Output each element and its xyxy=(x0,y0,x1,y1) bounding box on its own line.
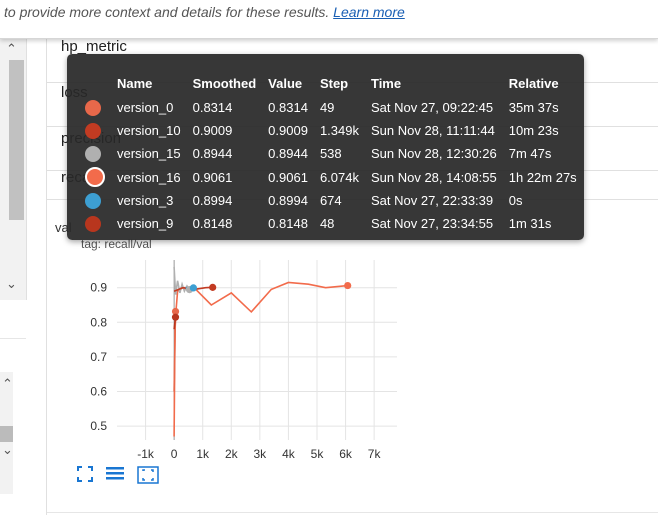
scroll-up-icon[interactable]: ⌃ xyxy=(2,376,13,392)
tooltip-time: Sun Nov 28, 12:30:26 xyxy=(370,146,497,161)
tooltip-row: version_9 0.8148 0.8148 48 Sat Nov 27, 23:34… xyxy=(79,212,583,235)
series-line-version_16 xyxy=(173,281,348,437)
y-tick-label: 0.8 xyxy=(90,315,107,329)
sidebar-scrollbar-lower[interactable]: ⌃ ⌄ xyxy=(0,372,13,494)
tooltip-value: 0.8994 xyxy=(268,193,308,208)
tooltip-row: version_10 0.9009 0.9009 1.349k Sun Nov 28, … xyxy=(79,119,583,142)
tooltip-name: version_16 xyxy=(117,169,181,185)
tooltip-value: 0.9061 xyxy=(268,169,308,185)
fit-domain-icon[interactable] xyxy=(137,466,159,486)
tooltip-step: 49 xyxy=(319,100,335,115)
series-marker-version_9 xyxy=(171,313,180,321)
x-tick-label: 1k xyxy=(196,447,210,461)
tooltip-step: 6.074k xyxy=(319,169,359,185)
scroll-down-icon[interactable]: ⌄ xyxy=(2,442,13,458)
tooltip-step: 674 xyxy=(319,193,342,208)
tooltip-value: 0.9009 xyxy=(268,123,308,138)
x-tick-label: 0 xyxy=(171,447,178,461)
x-tick-label: 6k xyxy=(339,447,353,461)
tooltip-row: version_16 0.9061 0.9061 6.074k Sun Nov 28, … xyxy=(79,165,583,189)
tooltip-relative: 0s xyxy=(508,193,523,208)
line-chart[interactable]: -1k 0 1k 2k 3k 4k 5k 6k 7k 0.5 0.6 0.7 0.8 0.9 xyxy=(47,246,427,464)
tooltip-value: 0.8148 xyxy=(268,216,308,231)
tooltip-time: Sat Nov 27, 23:34:55 xyxy=(370,216,494,231)
tooltip-name: version_0 xyxy=(117,100,174,115)
column-header: Smoothed xyxy=(192,75,257,91)
tooltip-smoothed: 0.9061 xyxy=(192,169,233,185)
column-header: Name xyxy=(117,75,153,91)
x-tick-label: 5k xyxy=(311,447,325,461)
tooltip-smoothed: 0.8994 xyxy=(192,193,233,208)
tooltip-smoothed: 0.8944 xyxy=(192,146,233,161)
column-header: Time xyxy=(370,75,402,91)
scroll-down-icon[interactable]: ⌄ xyxy=(6,276,17,292)
tooltip-time: Sat Nov 27, 09:22:45 xyxy=(370,100,494,115)
run-color-swatch xyxy=(85,122,101,139)
run-color-swatch xyxy=(85,192,101,209)
tooltip-row: version_0 0.8314 0.8314 49 Sat Nov 27, 09:22… xyxy=(79,96,583,119)
y-tick-label: 0.9 xyxy=(90,281,107,295)
chart-card: val tag: recall/val -1k 0 1k 2k 3k 4k 5k 6k 7k 0.… xyxy=(47,200,658,513)
tooltip-smoothed: 0.8314 xyxy=(192,100,233,115)
data-table-icon[interactable] xyxy=(105,466,127,486)
tooltip-smoothed: 0.8148 xyxy=(192,216,233,231)
tooltip-header-row: Name Smoothed Value Step Time Relative xyxy=(79,70,583,96)
tag-group-label: hp_metric xyxy=(61,38,127,55)
x-tick-label: 2k xyxy=(225,447,239,461)
tooltip-relative: 1h 22m 27s xyxy=(508,169,577,185)
tooltip-value: 0.8314 xyxy=(268,100,308,115)
y-tick-label: 0.5 xyxy=(90,419,107,433)
tooltip-time: Sun Nov 28, 14:08:55 xyxy=(370,169,497,185)
notice-bar: to provide more context and details for … xyxy=(0,0,658,39)
scroll-up-icon[interactable]: ⌃ xyxy=(6,41,17,57)
tooltip-name: version_10 xyxy=(117,123,181,138)
learn-more-link[interactable]: Learn more xyxy=(333,4,405,20)
tooltip-step: 48 xyxy=(319,216,335,231)
tooltip-name: version_15 xyxy=(117,146,181,161)
run-color-swatch xyxy=(85,167,105,187)
scroll-thumb[interactable] xyxy=(9,60,24,220)
sidebar-scrollbar[interactable]: ⌃ ⌄ xyxy=(0,38,27,300)
run-color-swatch xyxy=(85,99,101,116)
series-marker-version_16 xyxy=(344,281,352,290)
tooltip-value: 0.8944 xyxy=(268,146,308,161)
y-tick-label: 0.6 xyxy=(90,385,107,399)
run-color-swatch xyxy=(85,145,101,162)
column-header: Value xyxy=(268,75,303,91)
column-header: Step xyxy=(319,75,349,91)
fullscreen-icon[interactable] xyxy=(77,466,99,486)
tooltip-step: 1.349k xyxy=(319,123,359,138)
x-tick-label: 4k xyxy=(282,447,296,461)
series-marker-version_10 xyxy=(209,283,217,291)
x-tick-label: -1k xyxy=(137,447,155,461)
tooltip-name: version_3 xyxy=(117,193,174,208)
tooltip-relative: 7m 47s xyxy=(508,146,552,161)
tooltip-step: 538 xyxy=(319,146,342,161)
tooltip-name: version_9 xyxy=(117,216,174,231)
tooltip-relative: 1m 31s xyxy=(508,216,552,231)
chart-tooltip: Name Smoothed Value Step Time Relative v… xyxy=(67,54,584,240)
column-header: Relative xyxy=(508,75,559,91)
tooltip-relative: 35m 37s xyxy=(508,100,559,115)
run-color-swatch xyxy=(85,215,101,232)
series-marker-version_3 xyxy=(189,284,197,292)
tooltip-relative: 10m 23s xyxy=(508,123,559,138)
tooltip-time: Sun Nov 28, 11:11:44 xyxy=(370,123,495,138)
sidebar-divider xyxy=(0,338,26,339)
scroll-thumb[interactable] xyxy=(0,426,13,442)
notice-text: to provide more context and details for … xyxy=(4,4,405,20)
tooltip-time: Sat Nov 27, 22:33:39 xyxy=(370,193,494,208)
tooltip-row: version_3 0.8994 0.8994 674 Sat Nov 27, 22:3… xyxy=(79,189,583,212)
y-tick-label: 0.7 xyxy=(90,350,107,364)
notice-message: to provide more context and details for … xyxy=(4,4,330,20)
x-tick-label: 7k xyxy=(368,447,382,461)
tooltip-table: Name Smoothed Value Step Time Relative v… xyxy=(79,70,583,235)
x-tick-label: 3k xyxy=(254,447,268,461)
tooltip-row: version_15 0.8944 0.8944 538 Sun Nov 28, 12:… xyxy=(79,142,583,165)
tooltip-smoothed: 0.9009 xyxy=(192,123,233,138)
